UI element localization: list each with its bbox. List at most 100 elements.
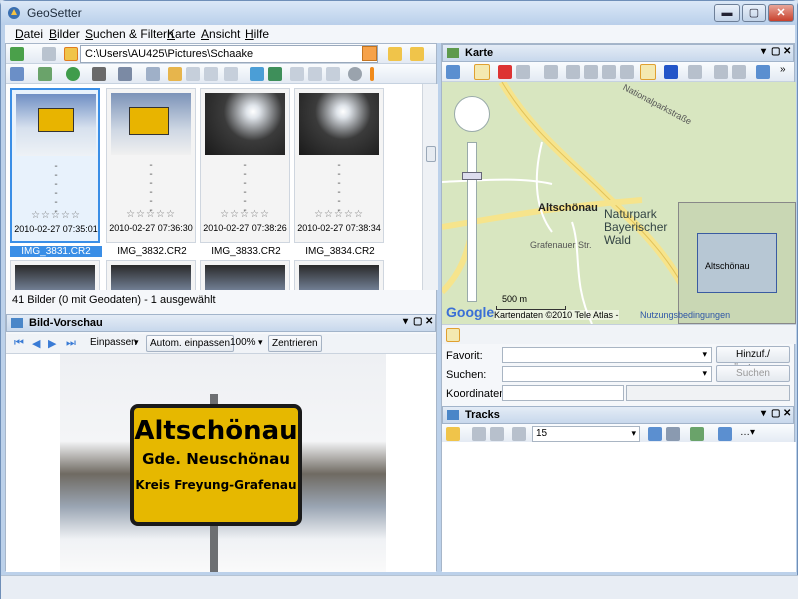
map-zoom-slider[interactable] — [467, 142, 477, 302]
thumbnail-card[interactable]: ------ ☆☆☆☆☆ 2010-02-27 07:35:01 — [10, 88, 100, 243]
copy-icon[interactable] — [186, 67, 200, 81]
delete-track-icon[interactable] — [490, 427, 504, 441]
next-image-icon[interactable]: ▶ — [48, 337, 56, 350]
binoculars-icon[interactable] — [92, 67, 106, 81]
zoom-dropdown-icon[interactable]: ▾ — [258, 337, 263, 348]
panel-close-icon[interactable]: ✕ — [783, 408, 791, 419]
refresh-icon[interactable] — [66, 67, 80, 81]
panel-close-icon[interactable]: ✕ — [425, 316, 433, 327]
map-comment-icon[interactable] — [756, 65, 770, 79]
map-back-icon[interactable] — [714, 65, 728, 79]
info-icon[interactable] — [370, 67, 374, 81]
maximize-button[interactable]: ▢ — [742, 4, 766, 22]
map-overview[interactable]: Altschönau — [678, 202, 796, 324]
save-data-icon[interactable] — [168, 67, 182, 81]
scroll-thumb[interactable] — [426, 146, 436, 162]
menu-suchen-filtern[interactable]: Suchen & Filtern — [85, 27, 174, 41]
track-people-icon[interactable] — [690, 427, 704, 441]
rating-stars[interactable]: ☆☆☆☆☆ — [295, 209, 383, 220]
marker-options-icon[interactable] — [516, 65, 530, 79]
map-type-icon[interactable] — [446, 65, 460, 79]
edit-location-icon[interactable] — [446, 328, 460, 342]
zoom-slider-thumb[interactable] — [462, 172, 482, 180]
cluster-remove-icon[interactable] — [584, 65, 598, 79]
thumbnail-card[interactable]: ------ ☆☆☆☆☆ 2010-02-27 07:36:30 — [106, 88, 196, 243]
map-view[interactable]: Nationalparkstraße Grafenauer Str. Altsc… — [442, 82, 796, 324]
open-track-icon[interactable] — [446, 427, 460, 441]
panel-close-icon[interactable]: ✕ — [783, 46, 791, 57]
open-folder-icon[interactable] — [388, 47, 402, 61]
track-list-icon[interactable] — [666, 427, 680, 441]
rating-stars[interactable]: ☆☆☆☆☆ — [201, 209, 289, 220]
minimize-button[interactable]: ▬ — [714, 4, 740, 22]
thumbnail-card[interactable]: ------ ☆☆☆☆☆ 2010-02-27 07:38:26 — [200, 88, 290, 243]
last-image-icon[interactable]: ⏭ — [66, 337, 76, 350]
path-input[interactable]: C:\Users\AU425\Pictures\Schaake — [80, 45, 378, 63]
map-forward-icon[interactable] — [732, 65, 746, 79]
terms-link[interactable]: Nutzungsbedingungen — [640, 310, 730, 320]
menu-hilfe[interactable]: Hilfe — [245, 27, 269, 41]
paste-icon[interactable] — [204, 67, 218, 81]
menu-ansicht[interactable]: Ansicht — [201, 27, 240, 41]
forward-arrow-icon[interactable] — [42, 47, 56, 61]
thumbnail-scrollbar[interactable] — [422, 84, 438, 290]
track-value-select[interactable]: 15 ▾ — [532, 426, 640, 442]
thumbnail-card[interactable] — [10, 260, 100, 290]
undo-icon[interactable] — [290, 67, 304, 81]
track-search-icon[interactable] — [512, 427, 526, 441]
view-mode-icon[interactable] — [10, 67, 24, 81]
search-button[interactable]: Suchen — [716, 365, 790, 382]
thumbnail-card[interactable] — [294, 260, 384, 290]
close-button[interactable]: ✕ — [768, 4, 794, 22]
menu-bilder[interactable]: Bilder — [49, 27, 80, 41]
direction-flag-icon[interactable] — [664, 65, 678, 79]
remove-marker-icon[interactable] — [544, 65, 558, 79]
panel-float-icon[interactable]: ▢ — [771, 408, 780, 419]
zoom-out-icon[interactable] — [620, 65, 634, 79]
map-sync-icon[interactable] — [250, 67, 264, 81]
delete-icon[interactable] — [146, 67, 160, 81]
fit-label[interactable]: Einpassen — [90, 337, 137, 348]
track-layout-icon[interactable] — [718, 427, 732, 441]
set-position-icon[interactable] — [474, 64, 490, 80]
thumbnail-card[interactable] — [200, 260, 290, 290]
favorite-select[interactable]: ▾ — [502, 347, 712, 363]
folder-up-icon[interactable] — [64, 47, 78, 61]
auto-fit-button[interactable]: Autom. einpassen — [146, 335, 235, 352]
back-arrow-icon[interactable] — [10, 47, 24, 61]
panel-menu-icon[interactable]: ▾ — [403, 316, 408, 327]
fit-dropdown-icon[interactable]: ▾ — [134, 337, 139, 348]
stop-icon[interactable] — [348, 67, 362, 81]
paste-options-icon[interactable] — [224, 67, 238, 81]
filter-icon[interactable] — [118, 67, 132, 81]
map-pan-control[interactable] — [454, 96, 490, 132]
redo-icon[interactable] — [308, 67, 322, 81]
toolbar-overflow-icon[interactable]: » — [780, 64, 786, 75]
marker-icon[interactable] — [498, 65, 512, 79]
favorite-folder-icon[interactable] — [410, 47, 424, 61]
panel-menu-icon[interactable]: ▾ — [761, 46, 766, 57]
path-dropdown-button[interactable] — [362, 46, 377, 61]
people-icon[interactable] — [268, 67, 282, 81]
coordinates-input[interactable] — [502, 385, 624, 401]
flag-options-icon[interactable] — [688, 65, 702, 79]
track-comment-icon[interactable] — [648, 427, 662, 441]
save-track-icon[interactable] — [472, 427, 486, 441]
menu-karte[interactable]: Karte — [167, 27, 196, 41]
add-change-button[interactable]: Hinzuf./Ändern... — [716, 346, 790, 375]
search-input[interactable]: ▾ — [502, 366, 712, 382]
cluster-icon[interactable] — [566, 65, 580, 79]
previous-image-icon[interactable]: ◀ — [32, 337, 40, 350]
first-image-icon[interactable]: ⏮ — [14, 337, 24, 350]
thumbnail-card[interactable] — [106, 260, 196, 290]
zoom-in-icon[interactable] — [602, 65, 616, 79]
save-icon[interactable] — [326, 67, 340, 81]
rating-stars[interactable]: ☆☆☆☆☆ — [107, 209, 195, 220]
center-button[interactable]: Zentrieren — [268, 335, 322, 352]
panel-float-icon[interactable]: ▢ — [413, 316, 422, 327]
panel-menu-icon[interactable]: ▾ — [761, 408, 766, 419]
edit-data-icon[interactable] — [38, 67, 52, 81]
thumbnail-card[interactable]: ------ ☆☆☆☆☆ 2010-02-27 07:38:34 — [294, 88, 384, 243]
menu-datei[interactable]: Datei — [15, 27, 43, 41]
zoom-value[interactable]: 100% — [230, 337, 256, 348]
